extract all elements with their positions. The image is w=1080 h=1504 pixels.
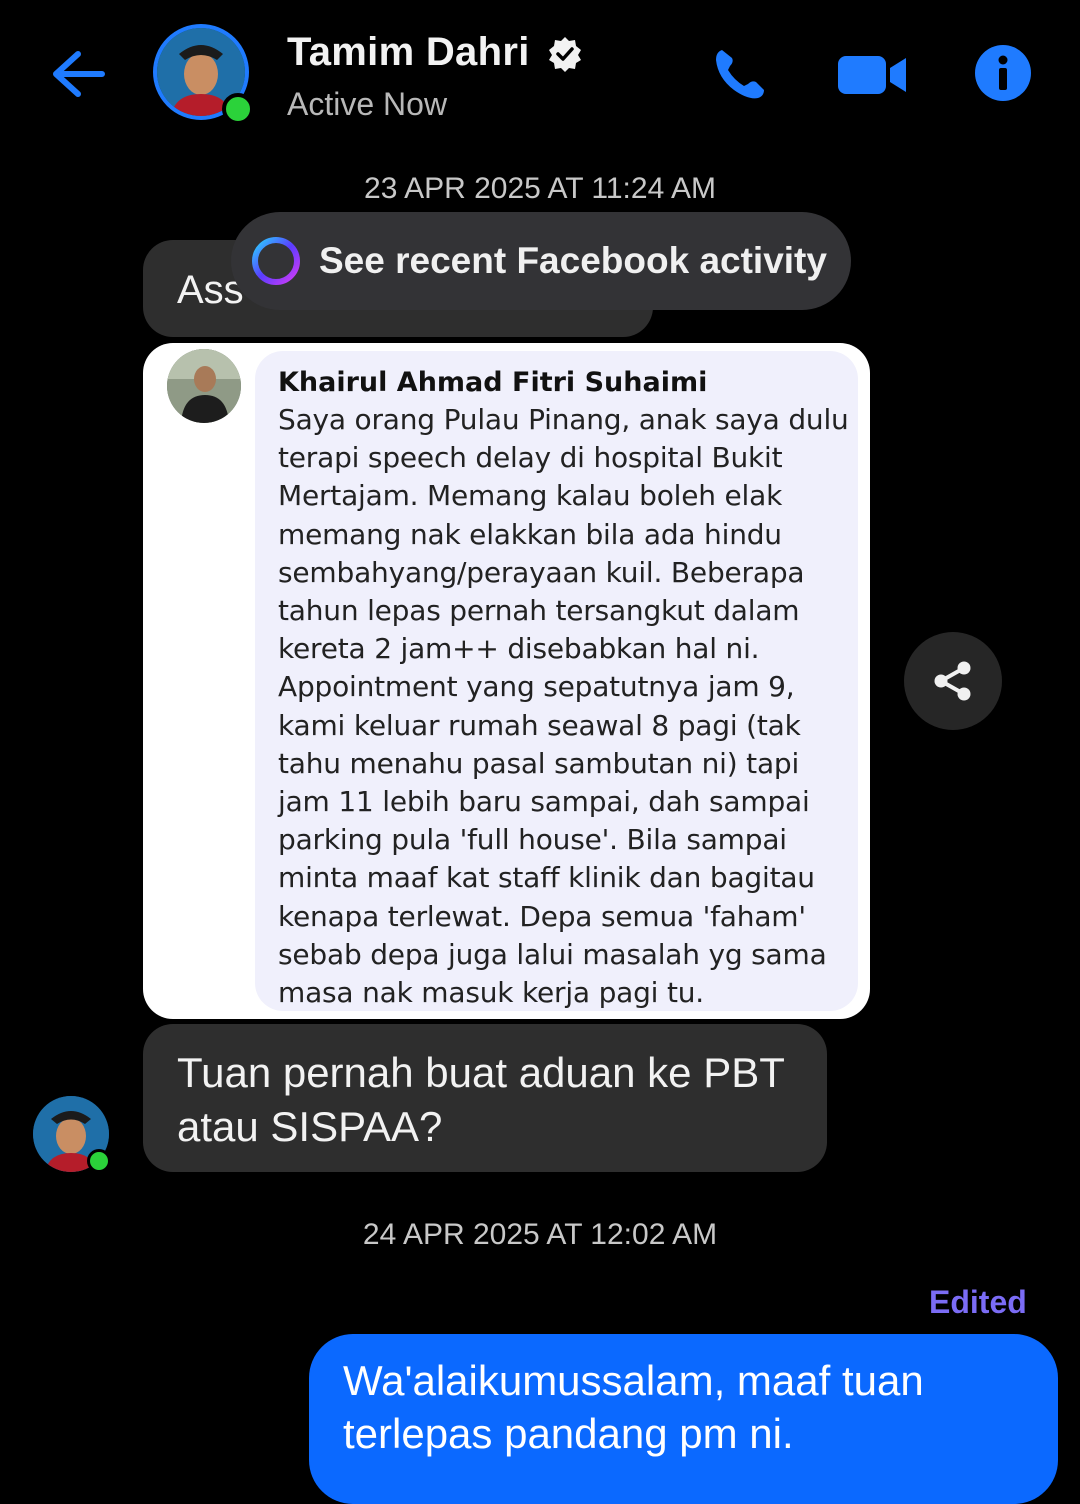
facebook-activity-label: See recent Facebook activity bbox=[319, 240, 827, 281]
online-indicator bbox=[87, 1149, 111, 1173]
online-indicator bbox=[222, 93, 254, 125]
comment-line: sebab depa juga lalui masalah yg sama bbox=[278, 937, 827, 971]
comment-line: jam 11 lebih baru sampai, dah sampai bbox=[278, 785, 810, 819]
arrow-left-icon bbox=[53, 51, 105, 97]
message-line: Tuan pernah buat aduan ke PBT bbox=[177, 1049, 785, 1096]
voice-call-button[interactable] bbox=[708, 44, 770, 106]
contact-status: Active Now bbox=[287, 86, 448, 122]
timestamp: 23 APR 2025 AT 11:24 AM bbox=[364, 172, 716, 205]
comment-line: Saya orang Pulau Pinang, anak saya dulu bbox=[278, 403, 849, 436]
comment-author: Khairul Ahmad Fitri Suhaimi bbox=[278, 367, 708, 398]
phone-icon bbox=[716, 50, 764, 99]
commenter-avatar bbox=[167, 349, 241, 423]
message-line: atau SISPAA? bbox=[177, 1103, 443, 1150]
contact-name[interactable]: Tamim Dahri bbox=[287, 30, 530, 75]
comment-line: tahun lepas pernah tersangkut dalam bbox=[278, 594, 800, 628]
my-message-bubble[interactable]: Wa'alaikumussalam, maaf tuan terlepas pa… bbox=[309, 1334, 1058, 1504]
meta-ai-ring-icon bbox=[252, 237, 300, 285]
facebook-activity-button[interactable]: See recent Facebook activity bbox=[231, 212, 851, 310]
comment-box: Khairul Ahmad Fitri Suhaimi Saya orang P… bbox=[255, 351, 858, 1011]
timestamp: 24 APR 2025 AT 12:02 AM bbox=[362, 1218, 718, 1251]
info-icon bbox=[975, 45, 1031, 101]
comment-line: kami keluar rumah seawal 8 pagi (tak bbox=[278, 708, 801, 742]
message-line: Wa'alaikumussalam, maaf tuan bbox=[343, 1357, 924, 1404]
comment-line: Appointment yang sepatutnya jam 9, bbox=[278, 670, 795, 704]
message-line: terlepas pandang pm ni. bbox=[343, 1410, 794, 1457]
comment-line: masa nak masuk kerja pagi tu. bbox=[278, 976, 704, 1010]
message-text: Wa'alaikumussalam, maaf tuan terlepas pa… bbox=[343, 1354, 924, 1460]
message-text: Tuan pernah buat aduan ke PBT atau SISPA… bbox=[177, 1046, 785, 1154]
info-button[interactable] bbox=[974, 44, 1032, 102]
comment-line: kereta 2 jam++ disebabkan hal ni. bbox=[278, 632, 760, 666]
edited-label[interactable]: Edited bbox=[929, 1284, 1027, 1321]
comment-line: tahu menahu pasal sambutan ni) tapi bbox=[278, 746, 800, 780]
share-icon bbox=[934, 661, 971, 701]
comment-line: kenapa terlewat. Depa semua 'faham' bbox=[278, 899, 806, 933]
comment-line: sembahyang/perayaan kuil. Beberapa bbox=[278, 555, 805, 589]
back-button[interactable] bbox=[48, 48, 108, 100]
video-call-button[interactable] bbox=[836, 50, 908, 100]
shared-image[interactable]: Khairul Ahmad Fitri Suhaimi Saya orang P… bbox=[143, 343, 870, 1019]
comment-line: memang nak elakkan bila ada hindu bbox=[278, 517, 782, 551]
video-camera-icon bbox=[838, 56, 906, 94]
verified-badge-icon bbox=[546, 35, 584, 73]
comment-line: Mertajam. Memang kalau boleh elak bbox=[278, 479, 783, 513]
comment-body: Saya orang Pulau Pinang, anak saya dulu … bbox=[278, 401, 853, 1012]
comment-line: terapi speech delay di hospital Bukit bbox=[278, 441, 783, 475]
message-bubble[interactable]: Tuan pernah buat aduan ke PBT atau SISPA… bbox=[143, 1024, 827, 1172]
comment-line: minta maaf kat staff klinik dan bagitau bbox=[278, 861, 815, 895]
share-button[interactable] bbox=[904, 632, 1002, 730]
comment-line: parking pula 'full house'. Bila sampai bbox=[278, 823, 787, 857]
